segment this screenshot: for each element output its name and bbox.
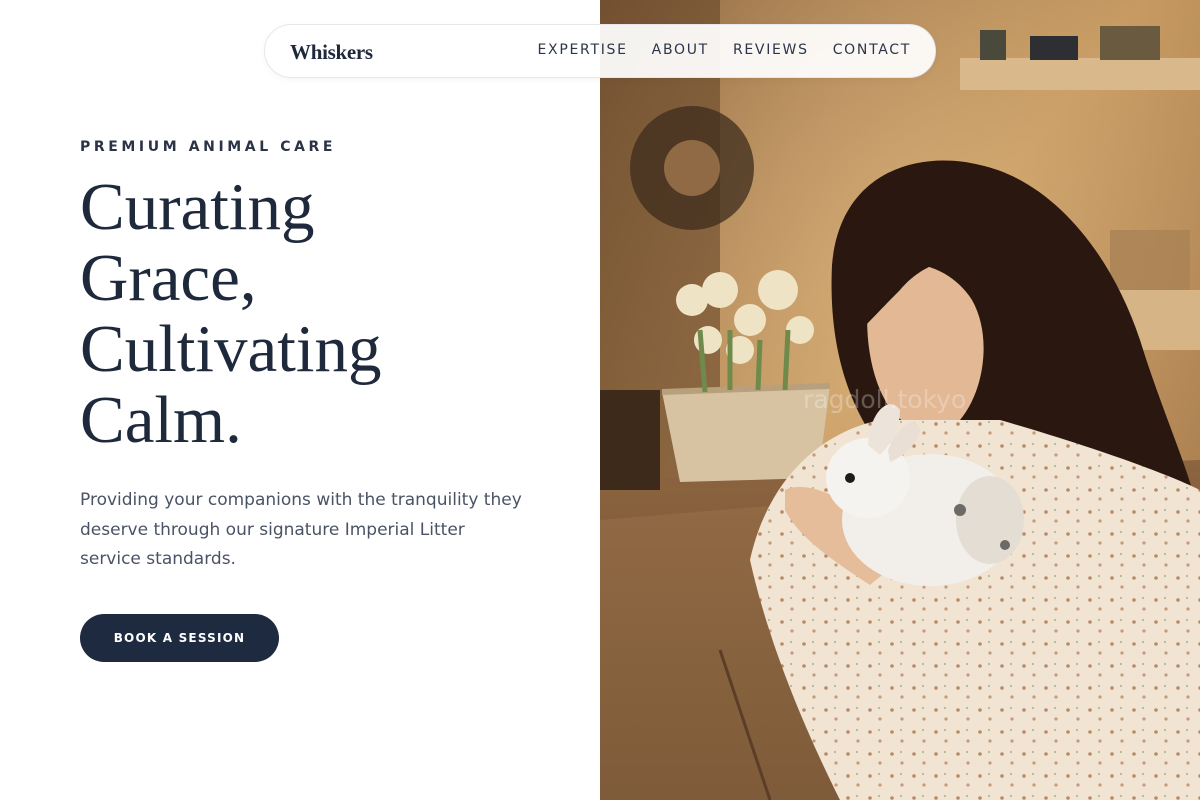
book-session-button[interactable]: BOOK A SESSION — [80, 614, 279, 662]
headline-line: Cultivating — [80, 312, 382, 386]
hero-description: Providing your companions with the tranq… — [80, 490, 522, 569]
nav-link-reviews[interactable]: REVIEWS — [733, 42, 809, 58]
headline-line: Curating — [80, 170, 315, 244]
brand-logo-link[interactable]: Whiskers — [290, 40, 373, 65]
nav-link-contact[interactable]: CONTACT — [833, 42, 911, 58]
top-navigation: Whiskers EXPERTISE ABOUT REVIEWS CONTACT — [264, 24, 936, 78]
hero-left-panel: PREMIUM ANIMAL CARE Curating Grace, Cult… — [0, 0, 600, 800]
hero-photo: ragdoll.tokyo — [600, 0, 1200, 800]
nav-links: EXPERTISE ABOUT REVIEWS CONTACT — [538, 42, 911, 58]
hero-eyebrow: PREMIUM ANIMAL CARE — [80, 139, 337, 155]
headline-line: Grace, — [80, 241, 257, 315]
photo-watermark: ragdoll.tokyo — [803, 385, 967, 414]
nav-link-expertise[interactable]: EXPERTISE — [538, 42, 628, 58]
headline-line: Calm. — [80, 383, 242, 457]
nav-link-about[interactable]: ABOUT — [652, 42, 709, 58]
hero-headline: Curating Grace, Cultivating Calm. — [80, 172, 382, 456]
